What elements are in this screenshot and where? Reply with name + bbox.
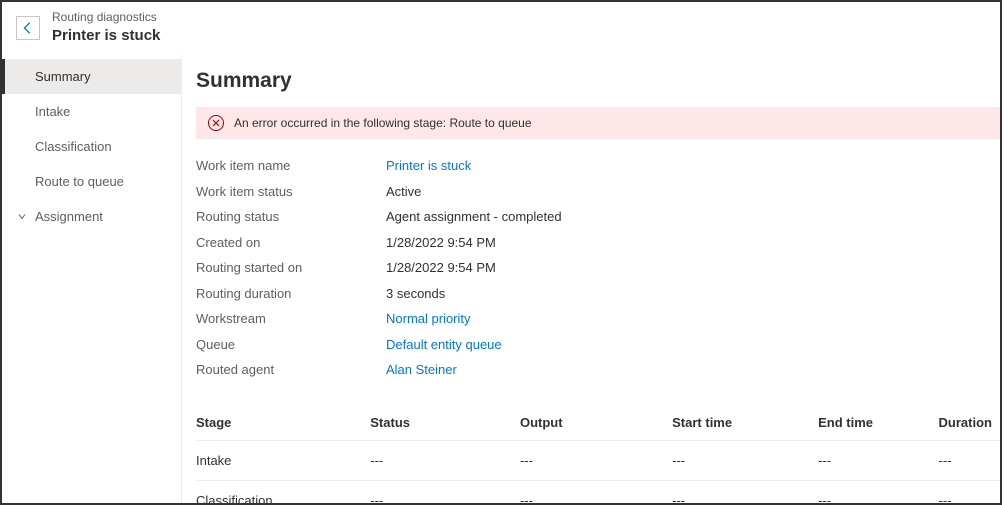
stages-table: StageStatusOutputStart timeEnd timeDurat…: [196, 405, 1000, 503]
field-row: Routed agentAlan Steiner: [196, 357, 1000, 383]
field-value[interactable]: Printer is stuck: [386, 156, 471, 176]
sidebar: Summary Intake Classification Route to queu…: [2, 55, 182, 503]
field-row: QueueDefault entity queue: [196, 332, 1000, 358]
field-row: WorkstreamNormal priority: [196, 306, 1000, 332]
field-row: Work item namePrinter is stuck: [196, 153, 1000, 179]
field-value: 1/28/2022 9:54 PM: [386, 233, 496, 253]
field-row: Routing duration3 seconds: [196, 281, 1000, 307]
stage-cell: Intake: [196, 440, 370, 480]
field-row: Created on1/28/2022 9:54 PM: [196, 230, 1000, 256]
main-title: Summary: [196, 69, 1000, 93]
sidebar-item-summary[interactable]: Summary: [2, 59, 181, 94]
table-header: Output: [520, 405, 672, 441]
page-title: Printer is stuck: [52, 26, 160, 46]
stage-cell: Classification: [196, 480, 370, 503]
error-circle-icon: [208, 115, 224, 131]
field-label: Workstream: [196, 309, 386, 329]
sidebar-item-classification[interactable]: Classification: [2, 129, 181, 164]
sidebar-item-label: Classification: [35, 139, 112, 154]
table-row: Classification---------------: [196, 480, 1000, 503]
field-label: Routing duration: [196, 284, 386, 304]
sidebar-item-label: Assignment: [35, 209, 103, 224]
sidebar-item-route-to-queue[interactable]: Route to queue: [2, 164, 181, 199]
duration-cell: ---: [939, 440, 1000, 480]
field-value[interactable]: Alan Steiner: [386, 360, 457, 380]
field-label: Created on: [196, 233, 386, 253]
field-value[interactable]: Default entity queue: [386, 335, 502, 355]
field-label: Queue: [196, 335, 386, 355]
field-row: Work item statusActive: [196, 179, 1000, 205]
sidebar-item-label: Route to queue: [35, 174, 124, 189]
table-header: Duration: [939, 405, 1000, 441]
output-cell: ---: [520, 440, 672, 480]
sidebar-item-label: Intake: [35, 104, 70, 119]
field-value: Agent assignment - completed: [386, 207, 562, 227]
table-header: Start time: [672, 405, 818, 441]
end-cell: ---: [818, 440, 938, 480]
header: Routing diagnostics Printer is stuck: [2, 2, 1000, 55]
breadcrumb: Routing diagnostics: [52, 10, 160, 26]
table-row: Intake---------------: [196, 440, 1000, 480]
field-label: Routing status: [196, 207, 386, 227]
field-row: Routing started on1/28/2022 9:54 PM: [196, 255, 1000, 281]
summary-fields: Work item namePrinter is stuckWork item …: [196, 153, 1000, 383]
sidebar-item-intake[interactable]: Intake: [2, 94, 181, 129]
sidebar-item-label: Summary: [35, 69, 91, 84]
field-value: 3 seconds: [386, 284, 445, 304]
error-alert: An error occurred in the following stage…: [196, 107, 1000, 139]
status-cell: ---: [370, 480, 520, 503]
field-label: Routed agent: [196, 360, 386, 380]
field-label: Routing started on: [196, 258, 386, 278]
field-value[interactable]: Normal priority: [386, 309, 471, 329]
field-value: 1/28/2022 9:54 PM: [386, 258, 496, 278]
table-header: Status: [370, 405, 520, 441]
table-header: End time: [818, 405, 938, 441]
back-arrow-icon: [21, 21, 35, 35]
end-cell: ---: [818, 480, 938, 503]
start-cell: ---: [672, 480, 818, 503]
output-cell: ---: [520, 480, 672, 503]
chevron-down-icon: [17, 209, 27, 224]
field-row: Routing statusAgent assignment - complet…: [196, 204, 1000, 230]
back-button[interactable]: [16, 16, 40, 40]
field-label: Work item status: [196, 182, 386, 202]
table-header: Stage: [196, 405, 370, 441]
alert-text: An error occurred in the following stage…: [234, 116, 532, 130]
sidebar-item-assignment[interactable]: Assignment: [2, 199, 181, 234]
status-cell: ---: [370, 440, 520, 480]
field-label: Work item name: [196, 156, 386, 176]
main-content: Summary An error occurred in the followi…: [182, 55, 1000, 503]
start-cell: ---: [672, 440, 818, 480]
field-value: Active: [386, 182, 421, 202]
duration-cell: ---: [939, 480, 1000, 503]
